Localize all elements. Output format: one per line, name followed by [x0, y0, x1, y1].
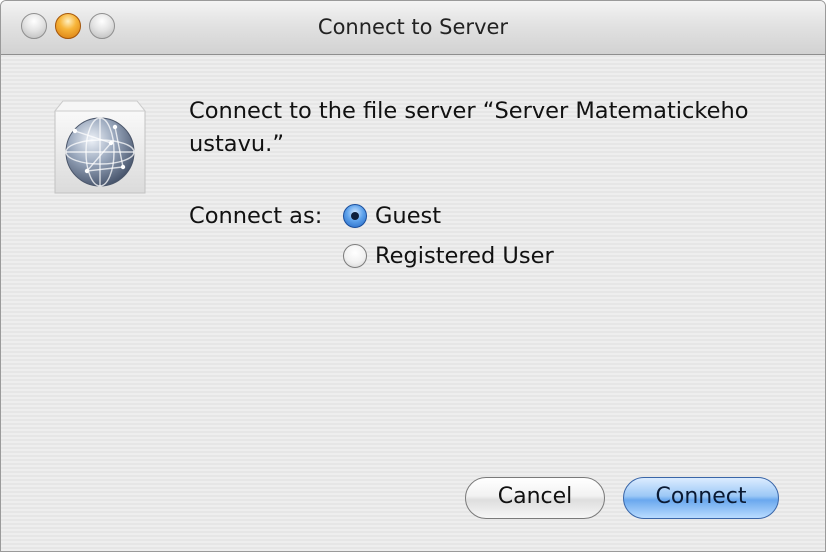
connect-button[interactable]: Connect [623, 477, 779, 519]
registered-user-radio-option[interactable]: Registered User [343, 241, 554, 271]
registered-user-radio-button[interactable] [343, 244, 367, 268]
guest-radio-label[interactable]: Guest [375, 203, 441, 229]
window-title: Connect to Server [317, 15, 509, 39]
title-bar[interactable]: Connect to Server [1, 1, 825, 55]
connect-as-label: Connect as: [189, 203, 323, 229]
cancel-button[interactable]: Cancel [465, 477, 605, 519]
guest-radio-button[interactable] [343, 204, 367, 228]
guest-radio-option[interactable]: Guest [343, 201, 441, 231]
connect-to-server-dialog: Connect to Server Connect to the file se… [0, 0, 826, 552]
network-server-icon [53, 100, 147, 194]
dialog-message: Connect to the file server “Server Matem… [189, 98, 749, 157]
registered-user-radio-label[interactable]: Registered User [375, 243, 554, 269]
